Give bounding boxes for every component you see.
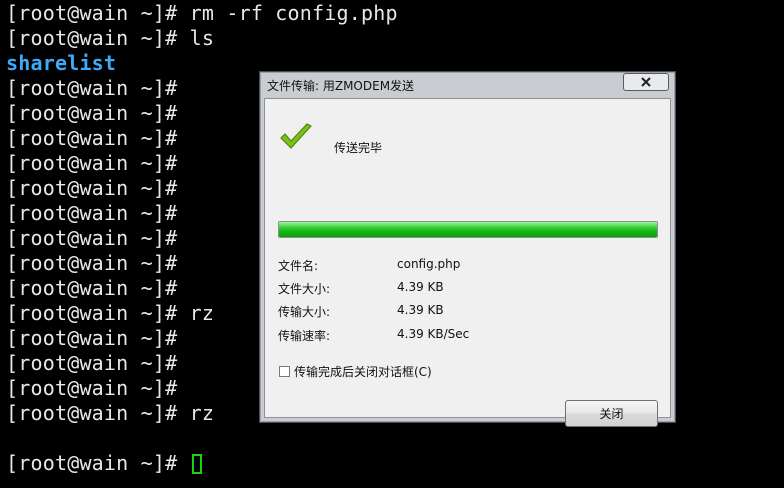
terminal-prompt: [root@wain ~]# [6,451,190,475]
info-value: 4.39 KB [397,280,444,294]
info-label: 文件大小: [278,282,331,296]
terminal-line: [root@wain ~]# ls [6,26,215,50]
checkbox-box[interactable] [279,366,290,377]
terminal-cursor [191,453,202,474]
info-label: 传输大小: [278,305,331,319]
info-label: 传输速率: [278,329,331,343]
dialog-title: 文件传输: 用ZMODEM发送 [267,79,415,93]
terminal-prompt-line[interactable]: [root@wain ~]# [6,451,782,476]
terminal-line: [root@wain ~]# rm -rf config.php [6,1,398,25]
auto-close-label: 传输完成后关闭对话框(C) [294,365,432,379]
dialog-content: 传送完毕 文件名: config.php 文件大小: 4.39 KB 传输大小:… [264,98,671,427]
auto-close-checkbox[interactable]: 传输完成后关闭对话框(C) [279,363,432,380]
file-transfer-dialog: 文件传输: 用ZMODEM发送 传送完毕 文件名: config.php 文件大… [259,71,676,427]
info-label: 文件名: [278,259,319,273]
info-value: 4.39 KB [397,303,444,317]
transfer-status: 传送完毕 [334,141,383,155]
title-close-button[interactable] [623,73,669,91]
info-value: 4.39 KB/Sec [397,327,470,341]
info-value: config.php [397,257,461,271]
close-icon [641,77,651,87]
checkmark-icon [280,123,312,149]
close-button[interactable]: 关闭 [565,400,658,427]
transfer-progress-bar [278,221,658,238]
dialog-title-bar[interactable]: 文件传输: 用ZMODEM发送 [260,72,675,98]
close-button-label: 关闭 [599,407,624,421]
progress-fill [279,222,657,237]
